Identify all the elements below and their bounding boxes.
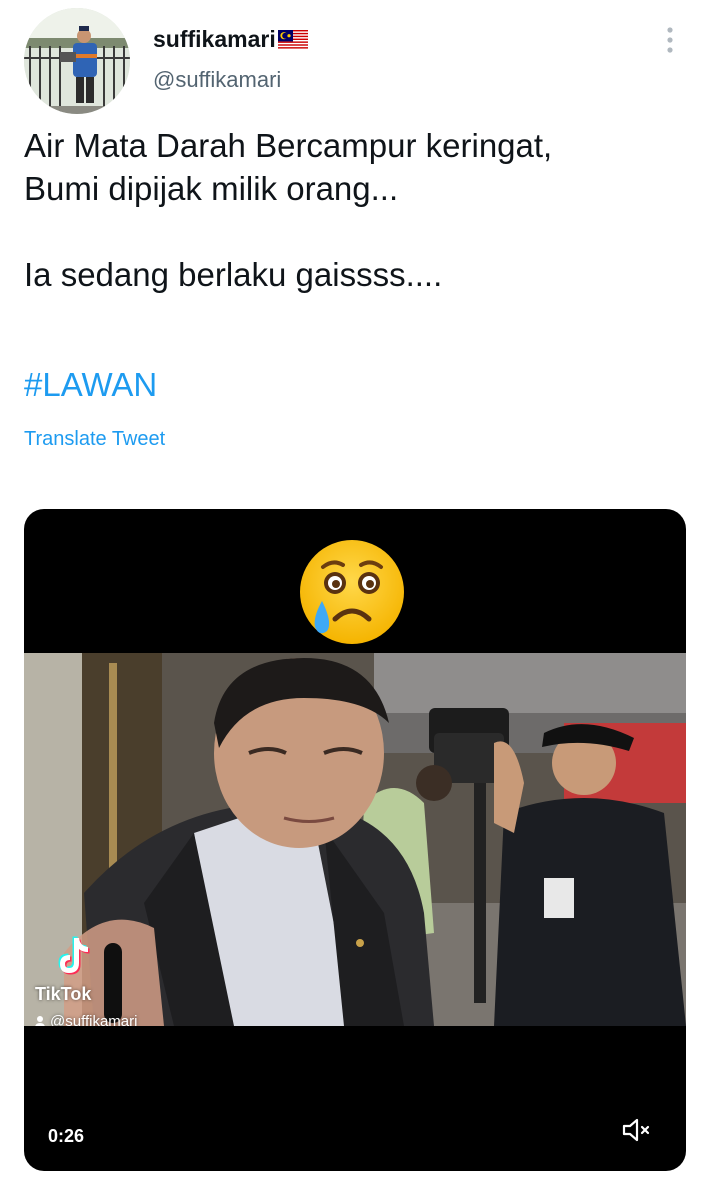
tiktok-handle-text: @suffikamari bbox=[50, 1013, 138, 1026]
more-options-button[interactable] bbox=[658, 25, 682, 55]
video-still bbox=[24, 653, 686, 1026]
volume-muted-icon bbox=[622, 1118, 650, 1142]
tweet-text: Air Mata Darah Bercampur keringat, Bumi … bbox=[24, 124, 684, 296]
video-duration: 0:26 bbox=[48, 1126, 85, 1146]
hashtag-link[interactable]: #LAWAN bbox=[24, 366, 157, 404]
tweet-text-line: Air Mata Darah Bercampur keringat, bbox=[24, 127, 553, 164]
person-icon bbox=[35, 1015, 45, 1026]
mute-button[interactable] bbox=[622, 1117, 652, 1143]
video-player[interactable]: TikTok @suffikamari 0:26 bbox=[24, 509, 686, 1171]
tiktok-logo-icon bbox=[58, 936, 90, 975]
tweet-text-line: Bumi dipijak milik orang... bbox=[24, 170, 399, 207]
crying-face-emoji bbox=[300, 540, 404, 644]
avatar[interactable] bbox=[24, 8, 130, 114]
more-vertical-icon bbox=[667, 27, 673, 53]
malaysia-flag-icon bbox=[277, 29, 308, 50]
display-name-text: suffikamari bbox=[153, 26, 276, 52]
tiktok-watermark: TikTok bbox=[35, 984, 92, 1004]
avatar-photo bbox=[24, 8, 130, 114]
tweet-text-line: Ia sedang berlaku gaissss.... bbox=[24, 256, 443, 293]
tiktok-watermark-handle: @suffikamari bbox=[34, 1013, 137, 1026]
translate-tweet-link[interactable]: Translate Tweet bbox=[24, 428, 165, 451]
user-handle[interactable]: @suffikamari bbox=[153, 67, 308, 93]
user-block: suffikamari @suffikamari bbox=[153, 26, 308, 93]
display-name[interactable]: suffikamari bbox=[153, 26, 308, 53]
video-frame[interactable]: TikTok @suffikamari bbox=[24, 653, 686, 1026]
